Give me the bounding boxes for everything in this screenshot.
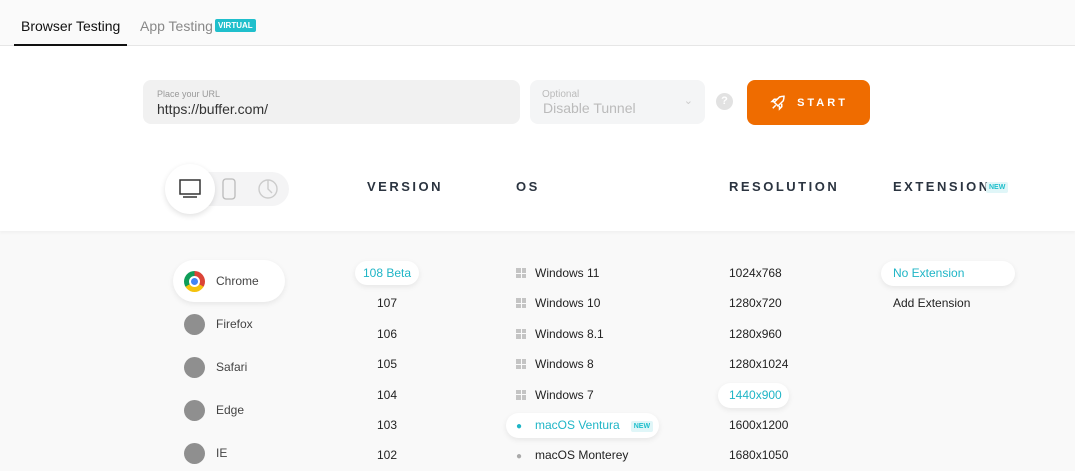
os-item[interactable]: Windows 11 <box>516 266 599 280</box>
chrome-icon <box>184 271 205 292</box>
timer-icon[interactable] <box>257 178 279 200</box>
desktop-icon <box>179 179 201 198</box>
rocket-icon <box>770 94 785 111</box>
os-item[interactable]: Windows 7 <box>516 388 594 402</box>
os-label: Windows 11 <box>535 266 600 280</box>
resolution-item[interactable]: 1600x1200 <box>718 413 789 438</box>
url-label: Place your URL <box>157 89 221 99</box>
version-item[interactable]: 106 <box>355 322 419 346</box>
tunnel-select[interactable]: Optional Disable Tunnel ⌄ <box>530 80 705 124</box>
os-label: macOS Ventura <box>535 418 620 432</box>
windows-icon <box>516 389 526 400</box>
os-label: Windows 8 <box>535 357 594 372</box>
os-header: OS <box>516 179 540 194</box>
start-label: START <box>797 96 848 109</box>
windows-icon <box>516 298 526 309</box>
firefox-icon <box>184 314 205 335</box>
config-panel <box>0 46 1075 231</box>
os-label: Windows 8.1 <box>535 326 604 341</box>
extension-header: EXTENSION <box>893 179 991 194</box>
resolution-item[interactable]: 1024x768 <box>718 261 789 286</box>
os-item[interactable]: ● macOS Monterey <box>516 448 628 462</box>
tab-bar: Browser Testing App Testing VIRTUAL <box>0 0 1075 46</box>
desktop-button[interactable] <box>165 164 215 214</box>
virtual-badge: VIRTUAL <box>215 19 256 32</box>
browser-chrome[interactable]: Chrome <box>216 274 259 288</box>
ie-icon <box>184 443 205 464</box>
tunnel-label: Optional <box>542 89 580 100</box>
windows-icon <box>516 328 526 339</box>
url-input[interactable]: Place your URL https://buffer.com/ <box>143 80 520 124</box>
safari-icon <box>184 357 205 378</box>
resolution-item[interactable]: 1280x960 <box>718 322 789 347</box>
apple-icon: ● <box>516 451 523 463</box>
help-icon[interactable]: ? <box>716 93 733 110</box>
url-value[interactable]: https://buffer.com/ <box>157 101 268 117</box>
os-label: Windows 7 <box>535 387 594 402</box>
os-item[interactable]: Windows 8.1 <box>516 327 604 341</box>
chevron-down-icon: ⌄ <box>683 95 693 107</box>
os-label: macOS Monterey <box>535 448 629 463</box>
version-item[interactable]: 107 <box>355 291 419 315</box>
windows-icon <box>516 359 526 370</box>
version-item[interactable]: 104 <box>355 383 419 407</box>
resolution-item[interactable]: 1280x1024 <box>718 352 789 377</box>
resolution-item[interactable]: 1440x900 <box>718 382 789 408</box>
browser-edge[interactable]: Edge <box>216 403 244 417</box>
apple-icon: ● <box>516 421 523 432</box>
browser-ie[interactable]: IE <box>216 446 227 460</box>
tab-browser-testing[interactable]: Browser Testing <box>14 18 128 46</box>
resolution-header: RESOLUTION <box>729 179 840 194</box>
browser-firefox[interactable]: Firefox <box>216 317 253 331</box>
extension-item[interactable]: No Extension <box>881 261 1015 286</box>
os-new-badge: NEW <box>630 421 654 432</box>
version-header: VERSION <box>367 179 444 194</box>
os-label: Windows 10 <box>535 296 601 311</box>
windows-icon <box>516 268 526 278</box>
os-item[interactable]: ● macOS Ventura NEW <box>516 418 654 432</box>
os-item[interactable]: Windows 8 <box>516 357 594 371</box>
os-item[interactable]: Windows 10 <box>516 296 600 310</box>
version-item[interactable]: 108 Beta <box>355 261 419 285</box>
start-button[interactable]: START <box>747 80 870 125</box>
extension-item[interactable]: Add Extension <box>881 291 1015 316</box>
edge-icon <box>184 400 205 421</box>
tab-app-testing[interactable]: App Testing <box>140 18 213 34</box>
extension-new-badge: NEW <box>986 182 1009 193</box>
resolution-item[interactable]: 1280x720 <box>718 291 789 316</box>
tunnel-value: Disable Tunnel <box>543 100 636 116</box>
resolution-item[interactable]: 1680x1050 <box>718 443 789 468</box>
mobile-icon[interactable] <box>222 178 236 200</box>
version-item[interactable]: 103 <box>355 413 419 437</box>
version-item[interactable]: 102 <box>355 443 419 467</box>
browser-safari[interactable]: Safari <box>216 360 247 374</box>
version-item[interactable]: 105 <box>355 352 419 376</box>
